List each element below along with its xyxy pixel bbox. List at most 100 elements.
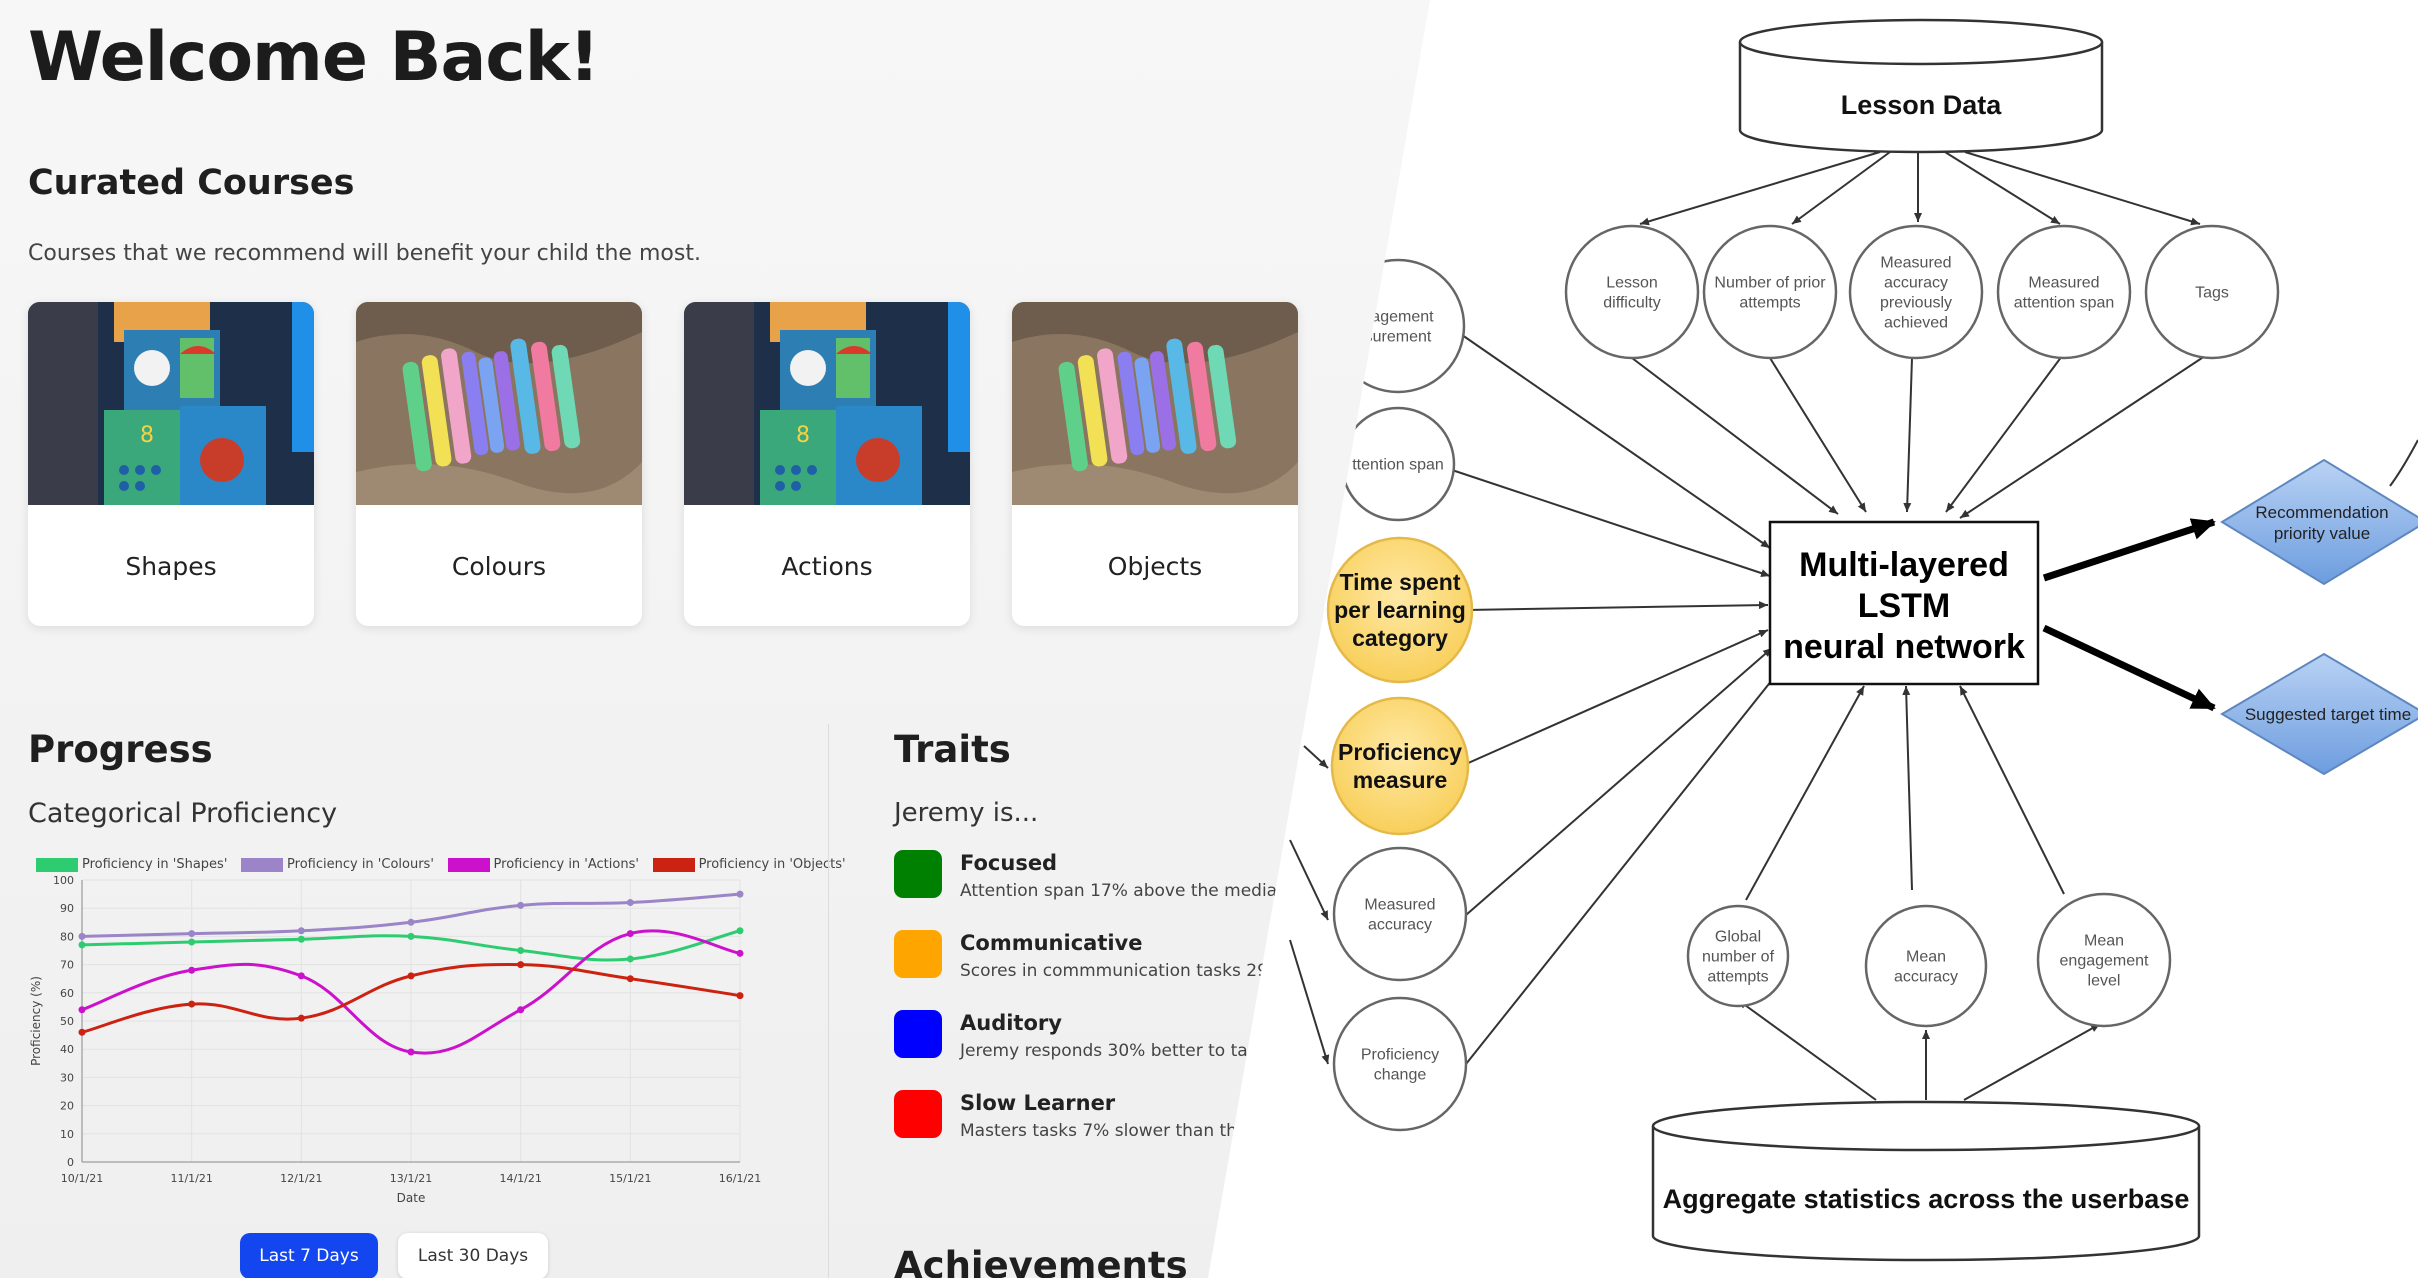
legend-item-objects[interactable]: Proficiency in 'Objects' bbox=[652, 857, 846, 872]
lesson-data-database: Lesson Data bbox=[1738, 18, 2104, 154]
network-line-2: LSTM bbox=[1858, 587, 1951, 625]
chalk-image bbox=[1012, 302, 1298, 505]
top-node-2-text: Measured bbox=[1880, 255, 1951, 272]
last-30-days-button[interactable]: Last 30 Days bbox=[398, 1233, 548, 1278]
top-node-1-text: Number of prior bbox=[1714, 275, 1826, 292]
chalk-image bbox=[356, 302, 642, 505]
left-node-2-text: per learning bbox=[1334, 597, 1466, 623]
recommendation-output: Recommendation priority value bbox=[2220, 458, 2418, 586]
legend-item-shapes[interactable]: Proficiency in 'Shapes' bbox=[36, 857, 227, 872]
y-tick-label: 100 bbox=[53, 874, 74, 887]
trait-focused-name: Focused bbox=[960, 851, 1058, 875]
achievements-title: Achievements bbox=[894, 1244, 1188, 1278]
trait-slow-learner-desc: Masters tasks 7% slower than the bbox=[960, 1121, 1248, 1141]
left-node-5: Proficiency change bbox=[1332, 996, 1468, 1132]
top-node-0-text: difficulty bbox=[1603, 295, 1661, 312]
y-tick-label: 70 bbox=[60, 959, 74, 972]
top-node-3-text: attention span bbox=[2014, 295, 2115, 312]
y-tick-label: 10 bbox=[60, 1128, 74, 1141]
legend-item-actions[interactable]: Proficiency in 'Actions' bbox=[447, 857, 639, 872]
course-card-objects[interactable]: Objects bbox=[1012, 302, 1298, 626]
traits-subtitle: Jeremy is... bbox=[894, 798, 1039, 828]
left-node-1: ttention span bbox=[1340, 406, 1456, 522]
y-tick-label: 50 bbox=[60, 1015, 74, 1028]
bottom-node-0-text: Global bbox=[1715, 929, 1761, 946]
top-node-3-text: Measured bbox=[2028, 275, 2099, 292]
trait-auditory-swatch bbox=[894, 1010, 942, 1058]
bottom-node-2-text: Mean bbox=[2084, 933, 2124, 950]
bottom-node-2: Mean engagement level bbox=[2036, 892, 2172, 1028]
x-tick-label: 12/1/21 bbox=[280, 1172, 322, 1185]
data-point bbox=[407, 1048, 415, 1056]
page-title: Welcome Back! bbox=[28, 18, 600, 97]
y-tick-label: 0 bbox=[67, 1156, 74, 1169]
bottom-node-1-text: accuracy bbox=[1894, 969, 1958, 986]
data-point bbox=[736, 927, 744, 935]
data-point bbox=[736, 890, 744, 898]
data-point bbox=[297, 935, 305, 943]
toy-blocks-image: 8 bbox=[684, 302, 970, 505]
top-node-2-text: accuracy bbox=[1884, 275, 1948, 292]
section-divider bbox=[828, 724, 829, 1278]
left-node-2-text: category bbox=[1352, 625, 1448, 651]
bottom-node-0-text: number of bbox=[1702, 949, 1775, 966]
svg-text:8: 8 bbox=[796, 423, 810, 448]
data-point bbox=[297, 927, 305, 935]
aggregate-label: Aggregate statistics across the userbase bbox=[1663, 1184, 2190, 1214]
trait-communicative-desc: Scores in commmunication tasks 29' bbox=[960, 961, 1273, 981]
x-tick-label: 15/1/21 bbox=[609, 1172, 651, 1185]
data-point bbox=[188, 938, 196, 946]
left-node-3-text: Proficiency bbox=[1338, 739, 1462, 765]
data-point bbox=[517, 961, 525, 969]
course-label-shapes: Shapes bbox=[125, 552, 217, 581]
trait-communicative-name: Communicative bbox=[960, 931, 1143, 955]
last-7-days-button[interactable]: Last 7 Days bbox=[240, 1233, 378, 1278]
data-point bbox=[517, 901, 525, 909]
data-point bbox=[78, 932, 86, 940]
course-card-actions[interactable]: 8 Actions bbox=[684, 302, 970, 626]
data-point bbox=[517, 947, 525, 954]
trait-slow-learner-name: Slow Learner bbox=[960, 1091, 1116, 1115]
x-tick-label: 13/1/21 bbox=[390, 1172, 432, 1185]
data-point bbox=[626, 955, 634, 963]
progress-chart-title: Categorical Proficiency bbox=[28, 798, 338, 829]
data-point bbox=[297, 972, 305, 980]
data-point bbox=[78, 1028, 86, 1036]
svg-text:priority value: priority value bbox=[2274, 524, 2370, 543]
data-point bbox=[188, 1000, 196, 1008]
trait-communicative-swatch bbox=[894, 930, 942, 978]
top-node-1: Number of prior attempts bbox=[1702, 224, 1838, 360]
data-point bbox=[407, 932, 415, 940]
bottom-node-0-text: attempts bbox=[1707, 969, 1768, 986]
data-point bbox=[517, 1006, 525, 1014]
data-point bbox=[78, 941, 86, 949]
data-point bbox=[626, 899, 634, 907]
svg-text:8: 8 bbox=[140, 423, 154, 448]
svg-text:Suggested target time: Suggested target time bbox=[2245, 705, 2411, 724]
lstm-network-box: Multi-layered LSTM neural network bbox=[1768, 520, 2040, 686]
data-point bbox=[626, 975, 634, 983]
y-tick-label: 90 bbox=[60, 902, 74, 915]
top-node-2-text: achieved bbox=[1884, 315, 1948, 332]
data-point bbox=[78, 1006, 86, 1014]
bottom-node-1-text: Mean bbox=[1906, 949, 1946, 966]
top-node-4: Tags bbox=[2144, 224, 2280, 360]
left-node-3: Proficiencymeasure bbox=[1330, 696, 1470, 836]
course-label-actions: Actions bbox=[781, 552, 873, 581]
network-line-1: Multi-layered bbox=[1799, 546, 2009, 584]
left-node-1-text: ttention span bbox=[1352, 457, 1444, 474]
legend-item-colours[interactable]: Proficiency in 'Colours' bbox=[241, 857, 434, 872]
traits-title: Traits bbox=[894, 728, 1011, 771]
course-card-colours[interactable]: Colours bbox=[356, 302, 642, 626]
left-node-4: Measured accuracy bbox=[1332, 846, 1468, 982]
left-node-2-text: Time spent bbox=[1340, 569, 1461, 595]
trait-auditory-name: Auditory bbox=[960, 1011, 1062, 1035]
y-axis-label: Proficiency (%) bbox=[29, 976, 43, 1066]
left-node-5-text: Proficiency bbox=[1361, 1047, 1439, 1064]
y-tick-label: 40 bbox=[60, 1043, 74, 1056]
x-tick-label: 11/1/21 bbox=[170, 1172, 212, 1185]
course-card-shapes[interactable]: 8 Shapes bbox=[28, 302, 314, 626]
top-node-3: Measured attention span bbox=[1996, 224, 2132, 360]
dashboard-panel: Welcome Back! Curated Courses Courses th… bbox=[0, 0, 1430, 1278]
trait-focused-desc: Attention span 17% above the median bbox=[960, 881, 1288, 901]
